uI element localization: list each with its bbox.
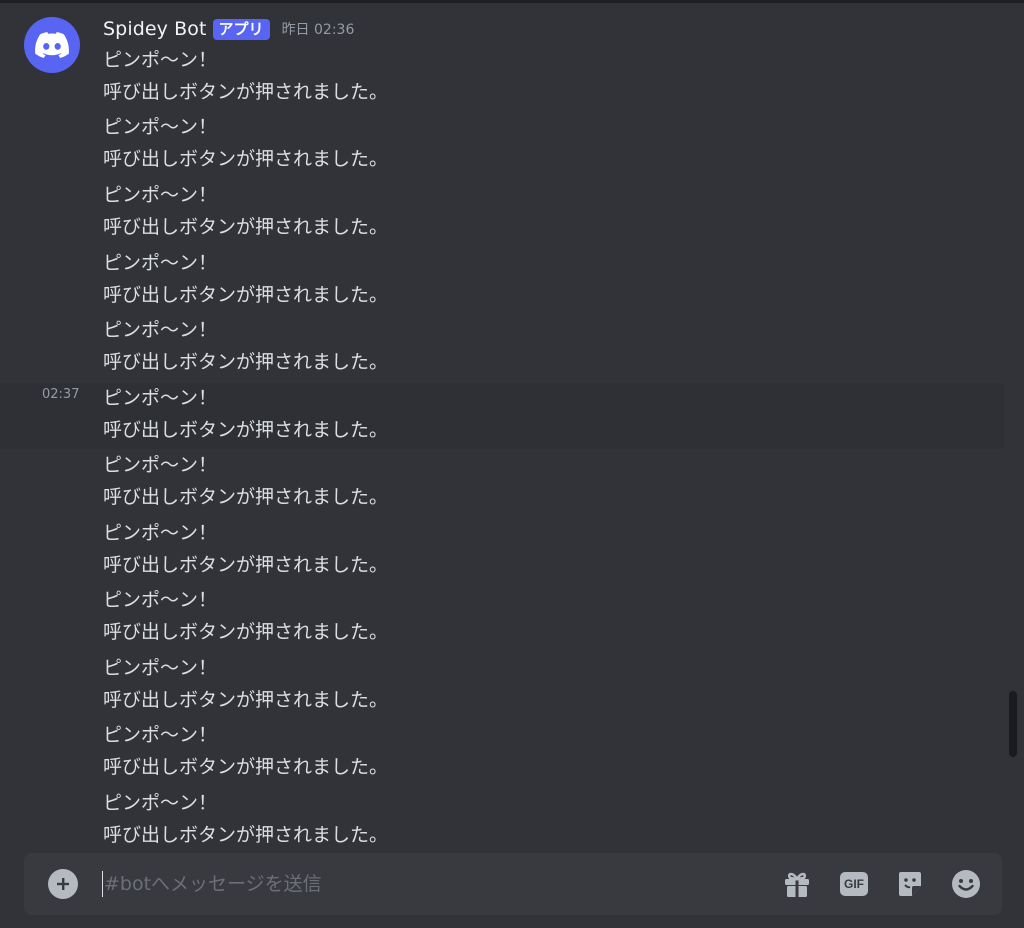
message[interactable]: ピンポ〜ン！ 呼び出しボタンが押されました。: [0, 521, 1004, 589]
message-composer: #botへメッセージを送信 GIF: [24, 853, 1002, 915]
message-line: 呼び出しボタンが押されました。: [103, 756, 389, 778]
message-line: ピンポ〜ン！: [103, 724, 218, 746]
author-line: Spidey Bot アプリ 昨日 02:36: [103, 18, 354, 40]
message-hovered[interactable]: 02:37 ピンポ〜ン！ 呼び出しボタンが押されました。: [0, 383, 1004, 449]
message-line: ピンポ〜ン！: [103, 387, 218, 409]
scrollbar-thumb[interactable]: [1009, 691, 1017, 757]
message[interactable]: ピンポ〜ン！ 呼び出しボタンが押されました。: [0, 723, 1004, 791]
sticker-icon: [899, 872, 921, 896]
message-list[interactable]: Spidey Bot アプリ 昨日 02:36 ピンポ〜ン！ 呼び出しボタンが押…: [0, 3, 1004, 853]
message[interactable]: ピンポ〜ン！ 呼び出しボタンが押されました。: [0, 48, 1004, 116]
message-line: ピンポ〜ン！: [103, 522, 218, 544]
message[interactable]: ピンポ〜ン！ 呼び出しボタンが押されました。: [0, 588, 1004, 656]
message-line: ピンポ〜ン！: [103, 319, 218, 341]
message-line: 呼び出しボタンが押されました。: [103, 554, 389, 576]
message-line: ピンポ〜ン！: [103, 792, 218, 814]
message-line: 呼び出しボタンが押されました。: [103, 486, 389, 508]
attach-button[interactable]: [48, 869, 78, 899]
message[interactable]: ピンポ〜ン！ 呼び出しボタンが押されました。: [0, 115, 1004, 183]
gif-icon: GIF: [840, 872, 868, 896]
message-line: 呼び出しボタンが押されました。: [103, 216, 389, 238]
plus-circle-icon: [57, 878, 69, 890]
message-input[interactable]: #botへメッセージを送信: [104, 871, 322, 897]
message[interactable]: ピンポ〜ン！ 呼び出しボタンが押されました。: [0, 318, 1004, 386]
author-name[interactable]: Spidey Bot: [103, 18, 207, 40]
gif-button[interactable]: GIF: [838, 868, 870, 900]
message[interactable]: ピンポ〜ン！ 呼び出しボタンが押されました。: [0, 656, 1004, 724]
message-line: ピンポ〜ン！: [103, 252, 218, 274]
message-line: ピンポ〜ン！: [103, 49, 218, 71]
message-line: 呼び出しボタンが押されました。: [103, 148, 389, 170]
message[interactable]: ピンポ〜ン！ 呼び出しボタンが押されました。: [0, 453, 1004, 521]
sticker-button[interactable]: [894, 868, 926, 900]
message-line: 呼び出しボタンが押されました。: [103, 621, 389, 643]
hover-timestamp: 02:37: [42, 387, 80, 402]
message-line: ピンポ〜ン！: [103, 184, 218, 206]
chat-window: Spidey Bot アプリ 昨日 02:36 ピンポ〜ン！ 呼び出しボタンが押…: [0, 0, 1024, 928]
app-badge: アプリ: [212, 18, 270, 40]
emoji-icon: [952, 870, 980, 898]
text-cursor: [102, 871, 103, 897]
message-line: ピンポ〜ン！: [103, 116, 218, 138]
message-line: 呼び出しボタンが押されました。: [103, 689, 389, 711]
gift-button[interactable]: [781, 868, 813, 900]
message[interactable]: ピンポ〜ン！ 呼び出しボタンが押されました。: [0, 251, 1004, 319]
message-line: 呼び出しボタンが押されました。: [103, 81, 389, 103]
gift-icon: [785, 872, 809, 897]
message-line: 呼び出しボタンが押されました。: [103, 824, 389, 846]
message-line: 呼び出しボタンが押されました。: [103, 419, 389, 441]
message-line: ピンポ〜ン！: [103, 657, 218, 679]
message-line: 呼び出しボタンが押されました。: [103, 351, 389, 373]
emoji-button[interactable]: [950, 868, 982, 900]
message-line: 呼び出しボタンが押されました。: [103, 284, 389, 306]
message[interactable]: ピンポ〜ン！ 呼び出しボタンが押されました。: [0, 183, 1004, 251]
message-line: ピンポ〜ン！: [103, 454, 218, 476]
message-line: ピンポ〜ン！: [103, 589, 218, 611]
message[interactable]: ピンポ〜ン！ 呼び出しボタンが押されました。: [0, 791, 1004, 853]
message-timestamp: 昨日 02:36: [281, 22, 355, 38]
